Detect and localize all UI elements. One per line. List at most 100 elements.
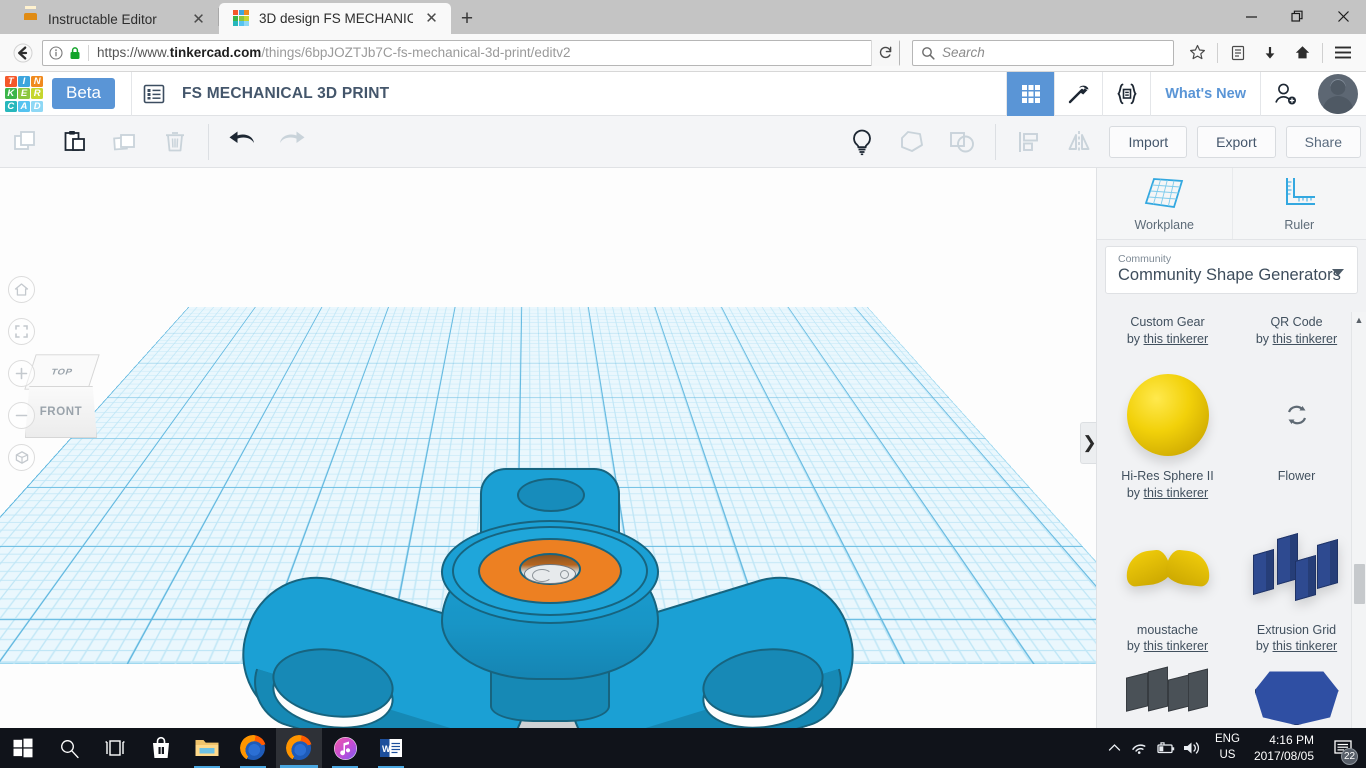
export-button[interactable]: Export xyxy=(1197,125,1276,158)
window-controls xyxy=(1228,0,1366,33)
undo-arrow-icon[interactable] xyxy=(217,116,267,168)
restore-icon[interactable] xyxy=(1274,0,1320,33)
new-tab-button[interactable]: + xyxy=(451,4,483,34)
close-icon[interactable]: ✕ xyxy=(422,9,441,28)
paste-icon[interactable] xyxy=(50,116,100,168)
author-link[interactable]: this tinkerer xyxy=(1144,332,1209,346)
scroll-up-icon[interactable]: ▲ xyxy=(1352,312,1366,328)
minimize-icon[interactable] xyxy=(1228,0,1274,33)
mirror-icon[interactable] xyxy=(1054,116,1104,168)
shape-category-dropdown[interactable]: Community Community Shape Generators xyxy=(1105,246,1358,294)
panel-scrollbar[interactable]: ▲ xyxy=(1351,312,1366,728)
home-icon[interactable] xyxy=(1287,38,1317,68)
gallery-item-blue-disc[interactable] xyxy=(1232,665,1361,726)
gallery-item-hi-res-sphere[interactable]: Hi-Res Sphere II by this tinkerer xyxy=(1103,358,1232,512)
shape-author[interactable]: by this tinkerer xyxy=(1236,638,1357,655)
notification-center-button[interactable]: 22 xyxy=(1326,728,1360,768)
wifi-icon[interactable] xyxy=(1127,740,1153,756)
delete-trash-icon[interactable] xyxy=(150,116,200,168)
project-menu-icon[interactable] xyxy=(132,72,176,116)
view-cube[interactable]: TOP FRONT xyxy=(20,350,104,440)
start-button[interactable] xyxy=(0,728,46,768)
chevron-down-icon[interactable] xyxy=(1332,269,1344,276)
logo-tile: E xyxy=(18,88,30,99)
bookmark-star-icon[interactable] xyxy=(1182,38,1212,68)
add-person-icon[interactable] xyxy=(1260,71,1308,116)
gallery-item-custom-gear[interactable]: Custom Gear by this tinkerer xyxy=(1103,312,1232,358)
browser-tab-tinkercad[interactable]: 3D design FS MECHANICAL ✕ xyxy=(219,3,451,34)
file-explorer-button[interactable] xyxy=(184,728,230,768)
volume-icon[interactable] xyxy=(1179,740,1205,756)
home-view-icon[interactable] xyxy=(8,276,35,303)
shape-author[interactable]: by this tinkerer xyxy=(1107,485,1228,502)
view-cube-front[interactable]: FRONT xyxy=(25,386,97,438)
author-link[interactable]: this tinkerer xyxy=(1273,332,1338,346)
align-icon[interactable] xyxy=(1004,116,1054,168)
fit-to-view-icon[interactable] xyxy=(8,318,35,345)
clock[interactable]: 4:16 PM 2017/08/05 xyxy=(1250,732,1326,764)
fidget-spinner-model[interactable] xyxy=(0,168,1096,728)
tinkercad-logo-icon[interactable]: TIN KER CAD xyxy=(0,72,48,116)
lightbulb-icon[interactable] xyxy=(837,116,887,168)
shape-author[interactable]: by this tinkerer xyxy=(1236,331,1357,348)
gallery-item-qr-code[interactable]: QR Code by this tinkerer xyxy=(1232,312,1361,358)
ungroup-icon[interactable] xyxy=(937,116,987,168)
firefox-window-1-button[interactable] xyxy=(230,728,276,768)
search-taskbar-button[interactable] xyxy=(46,728,92,768)
downloads-icon[interactable] xyxy=(1255,38,1285,68)
itunes-button[interactable] xyxy=(322,728,368,768)
shape-author[interactable]: by this tinkerer xyxy=(1107,638,1228,655)
microsoft-store-button[interactable] xyxy=(138,728,184,768)
search-input[interactable]: Search xyxy=(942,45,985,60)
shape-author[interactable]: by this tinkerer xyxy=(1107,331,1228,348)
zoom-out-icon[interactable] xyxy=(8,402,35,429)
gallery-item-extrusion-grid[interactable]: Extrusion Grid by this tinkerer xyxy=(1232,512,1361,666)
task-view-button[interactable] xyxy=(92,728,138,768)
grid-apps-icon[interactable] xyxy=(1006,71,1055,116)
page-title[interactable]: FS MECHANICAL 3D PRINT xyxy=(182,85,389,103)
design-canvas[interactable]: TOP FRONT xyxy=(0,168,1096,728)
firefox-window-2-button[interactable] xyxy=(276,728,322,768)
address-bar[interactable]: https://www.tinkercad.com/things/6bpJOZT… xyxy=(42,39,900,66)
blocks-codeblocks-icon[interactable] xyxy=(1054,71,1102,116)
microsoft-word-button[interactable]: W xyxy=(368,728,414,768)
library-icon[interactable] xyxy=(1223,38,1253,68)
language-indicator[interactable]: ENG US xyxy=(1205,732,1250,763)
whats-new-link[interactable]: What's New xyxy=(1150,71,1260,116)
favicon-tile xyxy=(233,15,238,21)
gallery-item-rocks[interactable] xyxy=(1103,665,1232,719)
duplicate-icon[interactable] xyxy=(100,116,150,168)
author-link[interactable]: this tinkerer xyxy=(1273,639,1338,653)
view-cube-top[interactable]: TOP xyxy=(24,354,100,390)
avatar[interactable] xyxy=(1318,73,1358,114)
close-icon[interactable] xyxy=(1320,0,1366,33)
zoom-in-icon[interactable] xyxy=(8,360,35,387)
share-button[interactable]: Share xyxy=(1285,125,1361,158)
scrollbar-thumb[interactable] xyxy=(1354,564,1365,604)
gallery-item-moustache[interactable]: moustache by this tinkerer xyxy=(1103,512,1232,666)
back-arrow-icon[interactable] xyxy=(8,38,38,68)
redo-arrow-icon[interactable] xyxy=(267,116,317,168)
browser-toolbar-icons xyxy=(1182,38,1358,68)
import-button[interactable]: Import xyxy=(1109,125,1188,158)
instructables-icon xyxy=(22,11,39,28)
menu-hamburger-icon[interactable] xyxy=(1328,38,1358,68)
tray-overflow-icon[interactable] xyxy=(1101,743,1127,753)
author-link[interactable]: this tinkerer xyxy=(1144,639,1209,653)
battery-icon[interactable] xyxy=(1153,741,1179,755)
group-icon[interactable] xyxy=(887,116,937,168)
ruler-tool[interactable]: Ruler xyxy=(1231,168,1366,239)
close-icon[interactable]: ✕ xyxy=(189,10,208,29)
gallery-item-flower[interactable]: Flower xyxy=(1232,358,1361,512)
shape-gallery[interactable]: Custom Gear by this tinkerer QR Code by … xyxy=(1097,312,1366,728)
browser-tab-instructable[interactable]: Instructable Editor ✕ xyxy=(8,4,218,34)
browser-search-box[interactable]: Search xyxy=(912,39,1174,66)
author-link[interactable]: this tinkerer xyxy=(1144,486,1209,500)
orthographic-toggle-icon[interactable] xyxy=(8,444,35,471)
code-braces-icon[interactable] xyxy=(1102,71,1150,116)
info-icon xyxy=(49,45,63,60)
site-identity[interactable] xyxy=(49,45,88,60)
reload-icon[interactable] xyxy=(871,39,899,66)
copy-icon[interactable] xyxy=(0,116,50,168)
workplane-tool[interactable]: Workplane xyxy=(1097,168,1232,239)
